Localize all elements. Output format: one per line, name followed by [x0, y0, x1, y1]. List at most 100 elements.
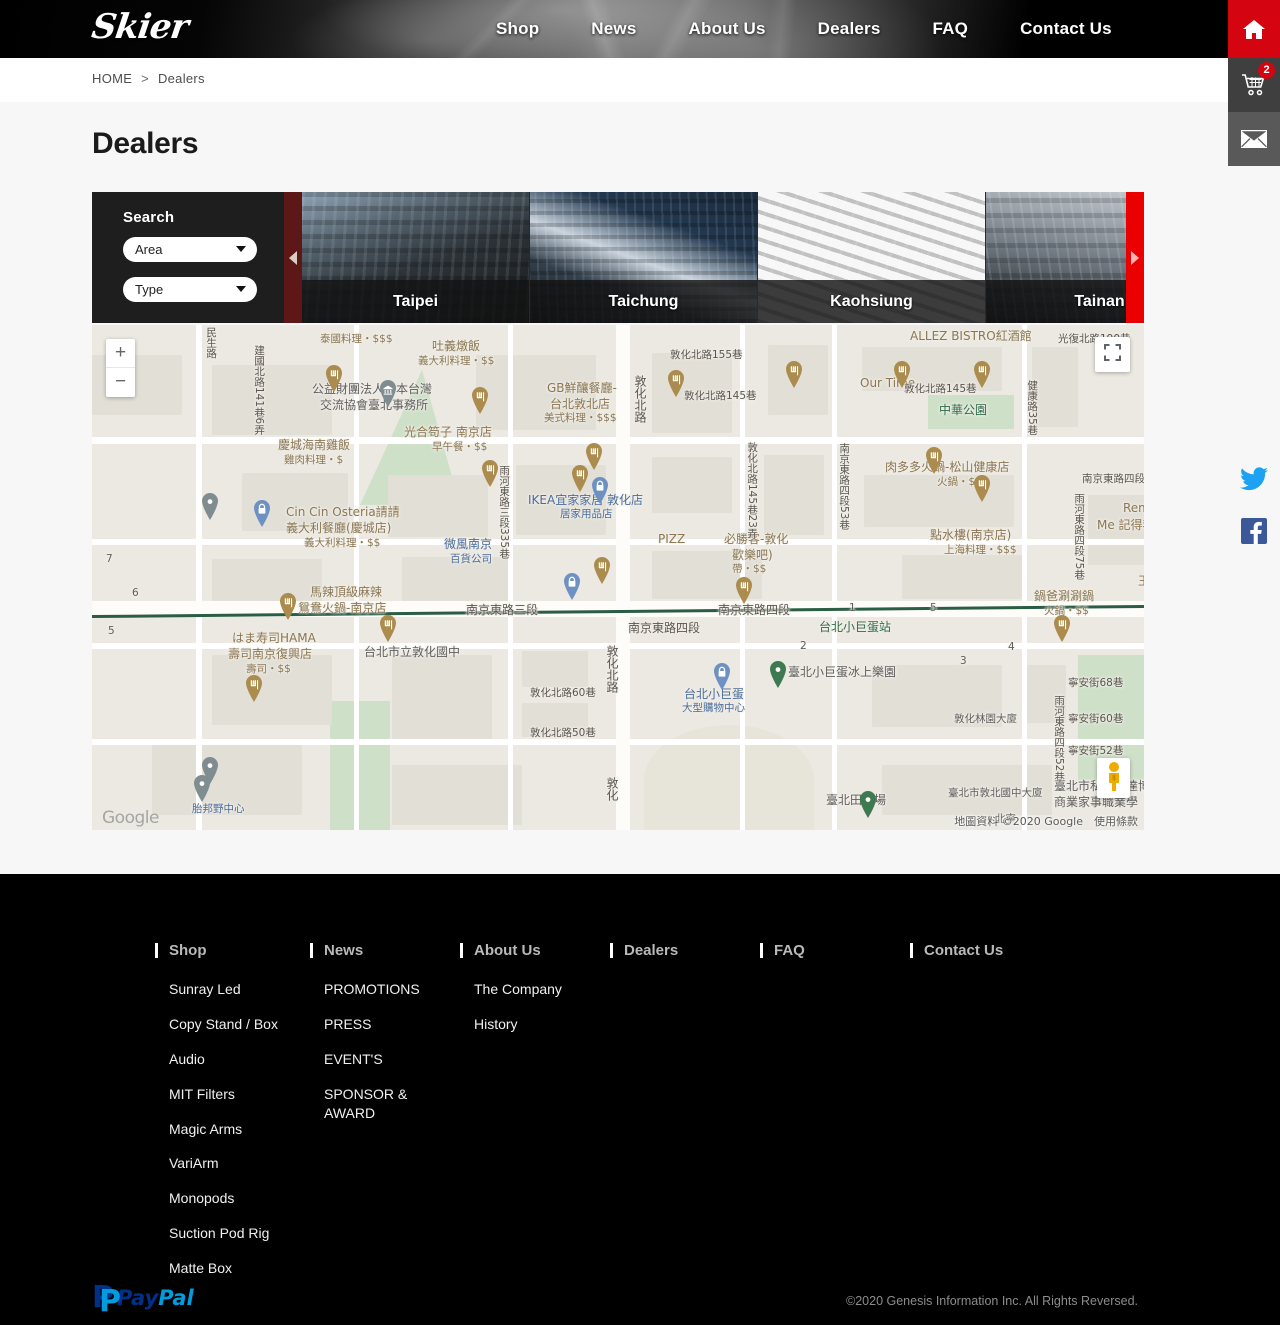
map-block — [764, 455, 824, 535]
map-label: 寧安街52巷 — [1068, 745, 1124, 757]
footer-link[interactable]: The Company — [460, 980, 610, 999]
map-label: 健康路35巷 — [1026, 380, 1039, 436]
map-zoom-in-button[interactable]: + — [106, 339, 135, 368]
map-poi-pin[interactable] — [590, 477, 610, 504]
nav-item-news[interactable]: News — [565, 19, 662, 39]
right-rail: 2 — [1228, 0, 1280, 166]
map-poi-pin[interactable] — [278, 593, 298, 620]
search-panel: Search Area Type — [92, 192, 284, 323]
map-poi-pin[interactable] — [768, 661, 788, 688]
map-label: 5 — [930, 602, 937, 614]
footer-heading[interactable]: Contact Us — [910, 942, 1060, 959]
footer-link[interactable]: EVENT'S — [310, 1050, 460, 1069]
map-poi-pin[interactable] — [562, 573, 582, 600]
carousel-slide-kaohsiung[interactable]: Kaohsiung — [758, 192, 986, 323]
map-label: 台北市立敦化國中 — [364, 645, 461, 659]
site-logo[interactable]: Skier — [89, 7, 190, 47]
mail-button[interactable] — [1228, 112, 1280, 166]
footer-link[interactable]: MIT Filters — [155, 1085, 310, 1104]
site-header: Skier Shop News About Us Dealers FAQ Con… — [0, 0, 1280, 58]
map-label: 敦化北路145巷23弄 — [746, 442, 759, 539]
map-poi-pin[interactable] — [592, 557, 612, 584]
footer-column-faq: FAQ — [760, 942, 910, 1294]
nav-item-contact-us[interactable]: Contact Us — [994, 19, 1138, 39]
chevron-left-icon — [289, 250, 297, 265]
footer-link[interactable]: Matte Box — [155, 1259, 310, 1278]
dealer-map[interactable]: 泰國料理・$$$ 民生路 建國北路141巷6弄 吐義燉飯 義大利料理・$$ 公益財團法人日… — [92, 325, 1144, 830]
footer-link[interactable]: Audio — [155, 1050, 310, 1069]
map-poi-pin[interactable] — [378, 380, 398, 407]
map-label: 5 — [108, 625, 115, 637]
nav-item-shop[interactable]: Shop — [470, 19, 565, 39]
footer-link[interactable]: Suction Pod Rig — [155, 1224, 310, 1243]
map-poi-pin[interactable] — [192, 775, 212, 802]
chevron-right-icon — [1131, 250, 1139, 265]
carousel-prev-button[interactable] — [284, 192, 302, 323]
map-poi-pin[interactable] — [1052, 615, 1072, 642]
map-poi-pin[interactable] — [570, 465, 590, 492]
carousel-slide-tainan[interactable]: Tainan — [986, 192, 1144, 323]
map-label: 鍋爸涮涮鍋 — [1034, 589, 1095, 603]
map-canvas: 泰國料理・$$$ 民生路 建國北路141巷6弄 吐義燉飯 義大利料理・$$ 公益財團法人日… — [92, 325, 1144, 830]
carousel-slide-taichung[interactable]: Taichung — [530, 192, 758, 323]
footer-link[interactable]: SPONSOR & AWARD — [310, 1085, 460, 1123]
footer-link[interactable]: VariArm — [155, 1154, 310, 1173]
facebook-button[interactable] — [1228, 507, 1280, 559]
footer-link[interactable]: PRESS — [310, 1015, 460, 1034]
footer-link[interactable]: Magic Arms — [155, 1120, 310, 1139]
map-label: Cin Cin Osteria請請 — [286, 505, 400, 519]
map-label: 帶・$$ — [732, 563, 767, 575]
footer-heading[interactable]: Dealers — [610, 942, 760, 959]
map-poi-pin[interactable] — [712, 663, 732, 690]
footer-link[interactable]: PROMOTIONS — [310, 980, 460, 999]
nav-item-dealers[interactable]: Dealers — [792, 19, 907, 39]
nav-item-faq[interactable]: FAQ — [907, 19, 995, 39]
map-fullscreen-button[interactable] — [1095, 337, 1130, 372]
footer-heading[interactable]: Shop — [155, 942, 310, 959]
footer-heading[interactable]: About Us — [460, 942, 610, 959]
cart-button[interactable]: 2 — [1228, 58, 1280, 112]
map-poi-pin[interactable] — [892, 361, 912, 388]
map-poi-pin[interactable] — [666, 370, 686, 397]
map-poi-pin[interactable] — [858, 791, 878, 818]
footer-link[interactable]: Copy Stand / Box — [155, 1015, 310, 1034]
map-label: 義大利料理・$$ — [418, 355, 495, 367]
area-select[interactable]: Area — [123, 237, 257, 262]
map-label: 敦化北路 — [633, 375, 647, 423]
map-label: 敦化北路145巷 — [684, 390, 757, 402]
footer-heading[interactable]: FAQ — [760, 942, 910, 959]
map-poi-pin[interactable] — [972, 361, 992, 388]
map-label: 南京東路四段133巷8弄 — [1082, 473, 1144, 485]
map-poi-pin[interactable] — [324, 365, 344, 392]
map-poi-pin[interactable] — [244, 675, 264, 702]
copyright-text: ©2020 Genesis Information Inc. All Right… — [846, 1294, 1138, 1308]
breadcrumb-home[interactable]: HOME — [92, 71, 132, 86]
paypal-logo[interactable]: PP PayPal — [92, 1283, 194, 1317]
footer-link[interactable]: Monopods — [155, 1189, 310, 1208]
map-poi-pin[interactable] — [784, 361, 804, 388]
map-poi-pin[interactable] — [200, 493, 220, 520]
map-zoom-out-button[interactable]: − — [106, 368, 135, 397]
carousel-slide-taipei[interactable]: Taipei — [302, 192, 530, 323]
map-label: GB鮮釀餐廳- — [547, 381, 617, 395]
map-poi-pin[interactable] — [924, 447, 944, 474]
footer-link[interactable]: Sunray Led — [155, 980, 310, 999]
map-pegman-button[interactable] — [1097, 758, 1130, 798]
map-poi-pin[interactable] — [378, 615, 398, 642]
carousel-next-button[interactable] — [1126, 192, 1144, 323]
nav-item-about-us[interactable]: About Us — [663, 19, 792, 39]
footer-heading[interactable]: News — [310, 942, 460, 959]
map-label: 點水樓(南京店) — [930, 528, 1012, 542]
map-poi-pin[interactable] — [480, 460, 500, 487]
home-button[interactable] — [1228, 0, 1280, 58]
twitter-button[interactable] — [1228, 455, 1280, 507]
footer-link[interactable]: History — [460, 1015, 610, 1034]
map-block — [392, 655, 492, 745]
map-poi-pin[interactable] — [972, 475, 992, 502]
type-select[interactable]: Type — [123, 277, 257, 302]
map-poi-pin[interactable] — [734, 577, 754, 604]
map-poi-pin[interactable] — [470, 387, 490, 414]
map-poi-pin[interactable] — [252, 500, 272, 527]
map-block — [1032, 347, 1078, 427]
fullscreen-icon — [1104, 343, 1121, 366]
